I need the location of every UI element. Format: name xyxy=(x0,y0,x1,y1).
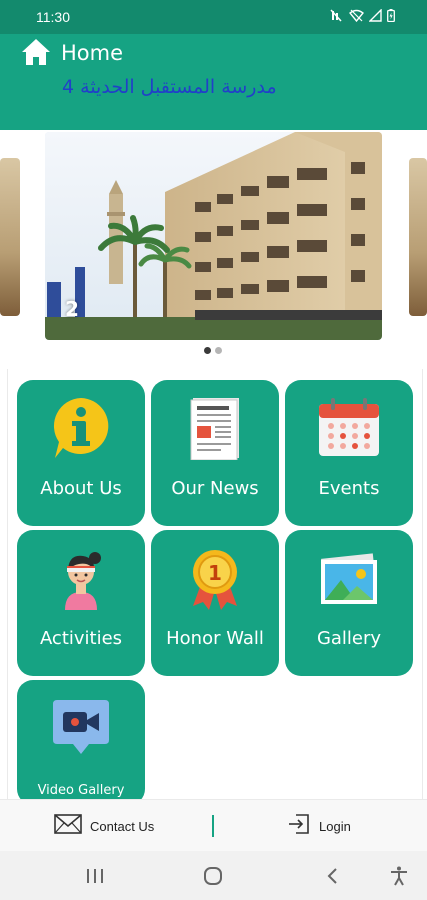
school-building-photo xyxy=(45,132,382,340)
menu-tile-video-gallery[interactable]: Video Gallery xyxy=(17,680,145,805)
image-carousel[interactable]: 2 xyxy=(0,130,427,362)
school-name: مدرسة المستقبل الحديثة 4 xyxy=(62,76,277,98)
menu-tile-label: Activities xyxy=(39,628,123,649)
envelope-icon xyxy=(54,814,82,838)
mute-icon xyxy=(330,9,344,22)
login-button[interactable]: Login xyxy=(287,812,351,840)
menu-grid: About Us Our News Events Activities 1 Ho… xyxy=(7,369,423,805)
menu-tile-label: Our News xyxy=(171,478,259,499)
previous-slide-preview[interactable] xyxy=(0,158,20,316)
menu-tile-label: Gallery xyxy=(316,628,382,649)
contact-us-button[interactable]: Contact Us xyxy=(54,814,154,838)
app-header: Home مدرسة المستقبل الحديثة 4 xyxy=(0,34,427,130)
photo-icon xyxy=(317,546,381,610)
carousel-pagination xyxy=(204,347,222,354)
menu-tile-events[interactable]: Events xyxy=(285,380,413,526)
status-time: 11:30 xyxy=(36,9,70,25)
system-nav-bar xyxy=(0,851,427,900)
menu-tile-honor-wall[interactable]: 1 Honor Wall xyxy=(151,530,279,676)
status-icons xyxy=(330,9,395,22)
menu-tile-about-us[interactable]: About Us xyxy=(17,380,145,526)
menu-tile-label: Video Gallery xyxy=(37,783,125,798)
recent-apps-icon[interactable] xyxy=(84,865,106,887)
svg-text:1: 1 xyxy=(208,561,222,585)
carousel-slide[interactable]: 2 xyxy=(45,132,382,340)
newspaper-icon xyxy=(183,396,247,461)
medal-icon: 1 xyxy=(183,546,247,610)
divider xyxy=(212,815,214,837)
menu-tile-label: Honor Wall xyxy=(166,628,264,649)
wifi-icon xyxy=(349,9,364,22)
signal-icon xyxy=(369,9,382,22)
login-icon xyxy=(287,812,311,840)
slide-number: 2 xyxy=(65,297,79,321)
menu-tile-gallery[interactable]: Gallery xyxy=(285,530,413,676)
carousel-dot[interactable] xyxy=(215,347,222,354)
info-icon xyxy=(49,396,113,460)
video-camera-icon xyxy=(49,696,113,760)
home-icon[interactable] xyxy=(21,38,51,66)
carousel-dot-active[interactable] xyxy=(204,347,211,354)
contact-us-label: Contact Us xyxy=(90,818,155,834)
menu-tile-label: Events xyxy=(318,478,380,499)
home-button-icon[interactable] xyxy=(202,865,224,887)
accessibility-icon[interactable] xyxy=(388,865,410,887)
student-icon xyxy=(49,546,113,610)
login-label: Login xyxy=(319,818,351,834)
battery-icon xyxy=(387,9,395,22)
calendar-icon xyxy=(317,396,381,460)
menu-tile-label: About Us xyxy=(40,478,122,499)
page-title: Home xyxy=(61,41,124,65)
menu-tile-our-news[interactable]: Our News xyxy=(151,380,279,526)
menu-tile-activities[interactable]: Activities xyxy=(17,530,145,676)
next-slide-preview[interactable] xyxy=(409,158,427,316)
back-icon[interactable] xyxy=(322,865,344,887)
status-bar: 11:30 xyxy=(0,0,427,34)
bottom-action-bar: Contact Us Login xyxy=(0,799,427,851)
